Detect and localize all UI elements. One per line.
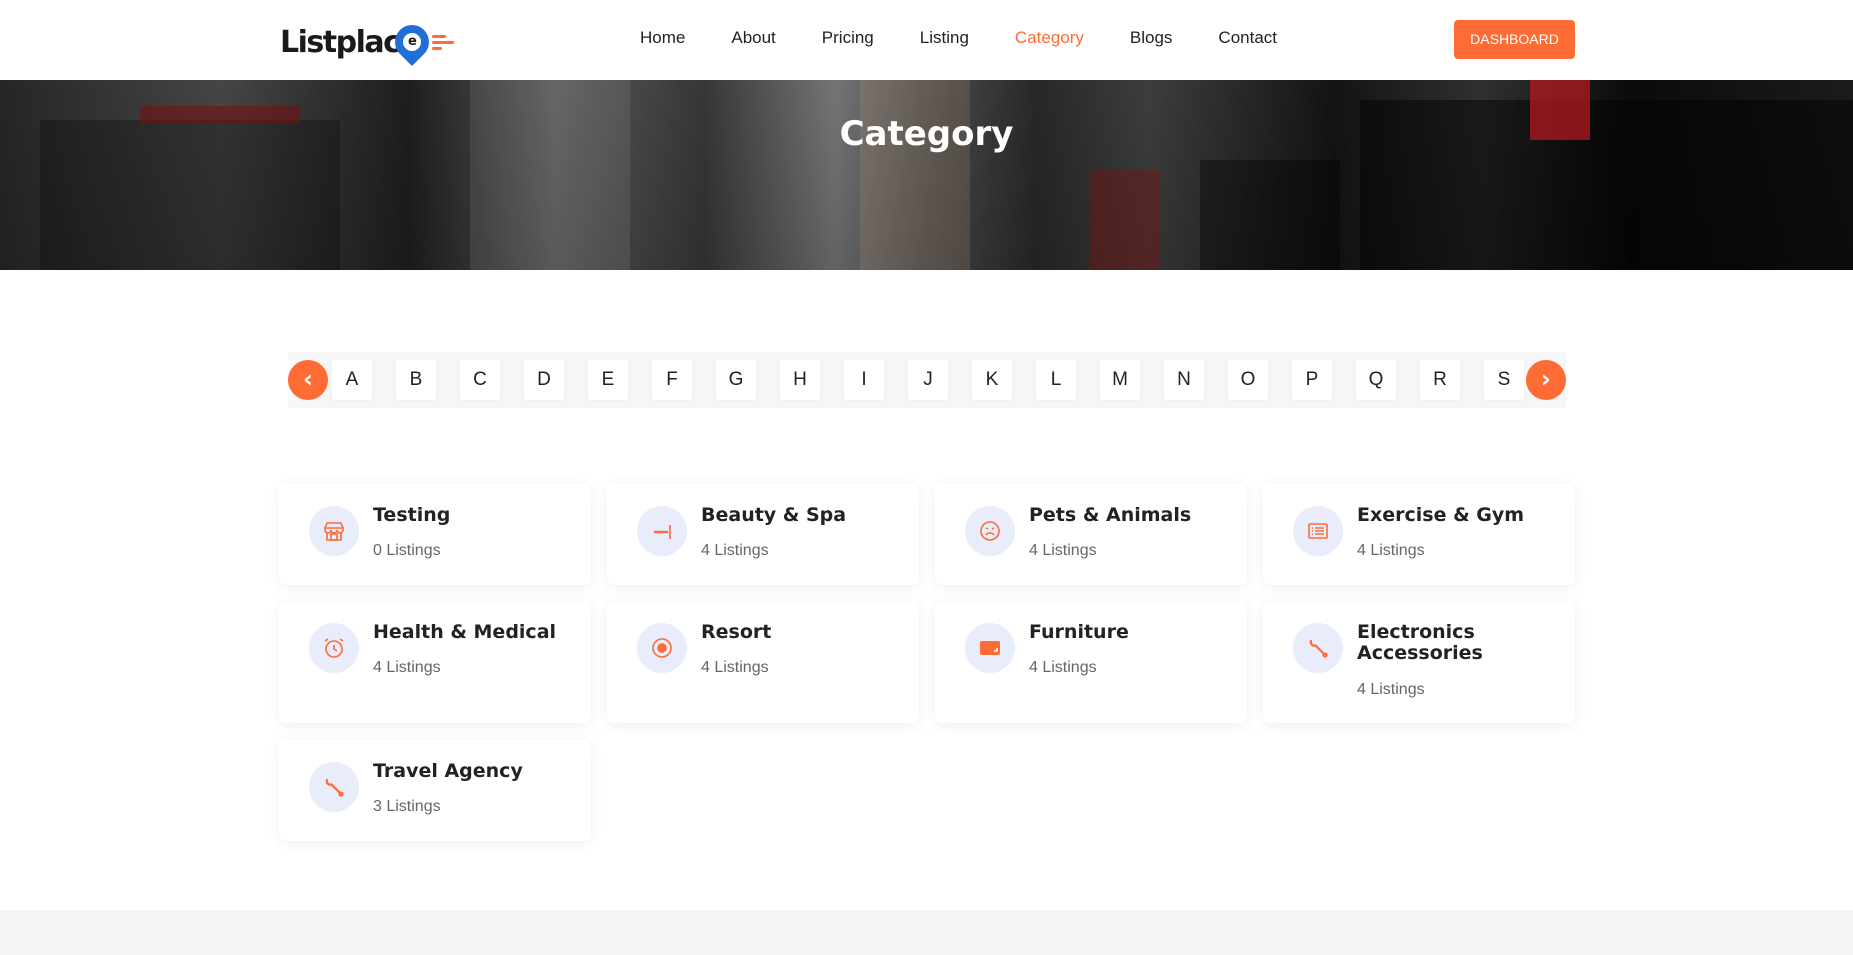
frown-icon [965,506,1015,556]
letter-d[interactable]: D [524,360,564,400]
category-card-testing[interactable]: Testing 0 Listings [279,484,591,585]
letter-c[interactable]: C [460,360,500,400]
site-logo[interactable]: Listplac e [280,17,455,67]
alphabet-filter: A B C D E F G H I J K L M N O P Q R S [288,352,1566,408]
alphabet-track: A B C D E F G H I J K L M N O P Q R S [332,360,1548,400]
letter-i[interactable]: I [844,360,884,400]
category-card-pets-animals[interactable]: Pets & Animals 4 Listings [935,484,1247,585]
nav-about[interactable]: About [731,28,775,48]
category-count: 0 Listings [373,542,441,559]
letter-l[interactable]: L [1036,360,1076,400]
letter-b[interactable]: B [396,360,436,400]
category-card-health-medical[interactable]: Health & Medical 4 Listings [279,601,591,723]
nav-contact[interactable]: Contact [1218,28,1277,48]
category-name: Resort [701,621,772,643]
hero-bg-building [1090,170,1160,270]
nav-category[interactable]: Category [1015,28,1084,48]
main-nav: Home About Pricing Listing Category Blog… [640,28,1323,48]
nav-pricing[interactable]: Pricing [822,28,874,48]
page-title: Category [839,114,1014,154]
logo-text: Listplac [280,24,401,60]
category-count: 4 Listings [1357,542,1425,559]
letter-r[interactable]: R [1420,360,1460,400]
dash-icon [637,506,687,556]
category-name: Health & Medical [373,621,557,643]
alphabet-prev-button[interactable]: ‹ [288,360,328,400]
letter-e[interactable]: E [588,360,628,400]
record-icon [637,623,687,673]
map-pin-icon: e [388,17,437,67]
list-icon [1293,506,1343,556]
category-count: 4 Listings [701,542,769,559]
category-name: Electronics Accessories [1357,621,1483,664]
category-count: 4 Listings [1029,659,1097,676]
letter-j[interactable]: J [908,360,948,400]
category-card-furniture[interactable]: Furniture 4 Listings [935,601,1247,723]
category-card-exercise-gym[interactable]: Exercise & Gym 4 Listings [1263,484,1575,585]
screen-icon [965,623,1015,673]
letter-a[interactable]: A [332,360,372,400]
hero-bg-building [1200,160,1340,270]
nav-blogs[interactable]: Blogs [1130,28,1173,48]
footer-band [0,910,1853,955]
speed-lines-icon [432,34,455,50]
category-name: Travel Agency [373,760,523,782]
wrench-icon [1293,623,1343,673]
category-card-electronics-accessories[interactable]: Electronics Accessories 4 Listings [1263,601,1575,723]
letter-n[interactable]: N [1164,360,1204,400]
alphabet-next-button[interactable]: › [1526,360,1566,400]
letter-k[interactable]: K [972,360,1012,400]
site-header: Listplac e Home About Pricing Listing Ca… [0,0,1853,80]
hero-banner: Category [0,80,1853,270]
category-name: Pets & Animals [1029,504,1192,526]
letter-o[interactable]: O [1228,360,1268,400]
category-card-resort[interactable]: Resort 4 Listings [607,601,919,723]
category-name: Furniture [1029,621,1129,643]
category-card-travel-agency[interactable]: Travel Agency 3 Listings [279,740,591,841]
letter-m[interactable]: M [1100,360,1140,400]
category-count: 3 Listings [373,798,441,815]
category-name: Exercise & Gym [1357,504,1525,526]
store-icon [309,506,359,556]
letter-q[interactable]: Q [1356,360,1396,400]
letter-f[interactable]: F [652,360,692,400]
category-count: 4 Listings [373,659,441,676]
letter-s[interactable]: S [1484,360,1524,400]
hero-bg-building [470,80,630,270]
nav-home[interactable]: Home [640,28,685,48]
nav-listing[interactable]: Listing [920,28,969,48]
category-count: 4 Listings [1029,542,1097,559]
letter-g[interactable]: G [716,360,756,400]
dashboard-button[interactable]: DASHBOARD [1454,20,1575,59]
wrench-icon [309,762,359,812]
hero-bg-building [860,80,970,270]
category-count: 4 Listings [701,659,769,676]
category-name: Testing [373,504,451,526]
letter-h[interactable]: H [780,360,820,400]
letter-p[interactable]: P [1292,360,1332,400]
category-name: Beauty & Spa [701,504,847,526]
category-count: 4 Listings [1357,681,1425,698]
category-card-beauty-spa[interactable]: Beauty & Spa 4 Listings [607,484,919,585]
alarm-clock-icon [309,623,359,673]
